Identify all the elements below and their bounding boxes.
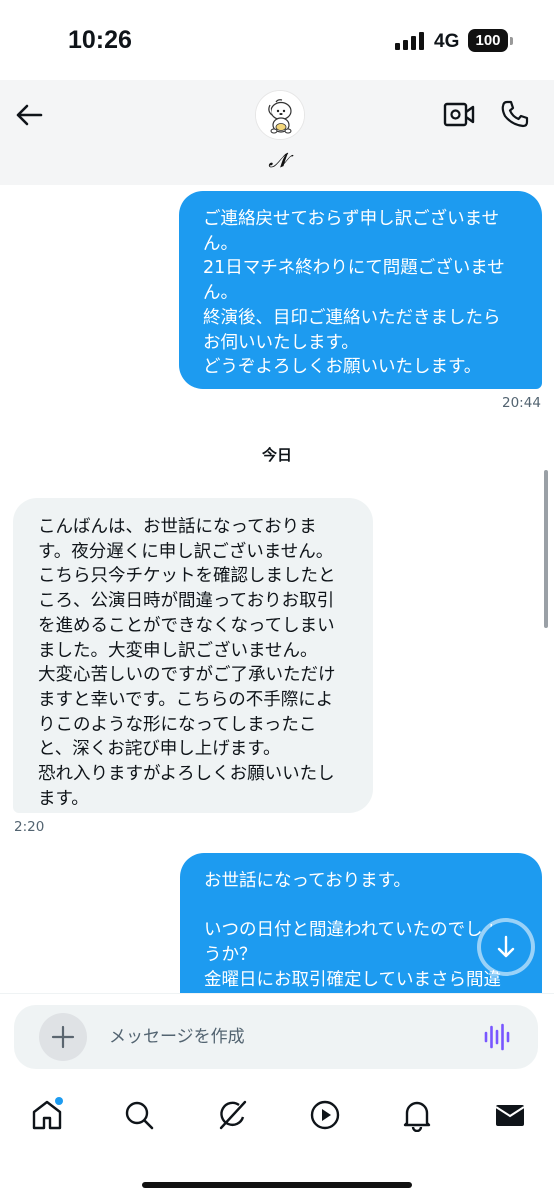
- home-indicator: [142, 1182, 412, 1188]
- search-icon: [125, 1101, 154, 1130]
- add-attachment-button[interactable]: [39, 1013, 87, 1061]
- avatar-dog-illustration: [256, 91, 304, 139]
- contact-name[interactable]: 𝓝: [240, 148, 316, 172]
- message-timestamp: 20:44: [502, 395, 541, 411]
- day-separator: 今日: [261, 446, 292, 464]
- tab-search[interactable]: [122, 1098, 156, 1132]
- scroll-to-bottom-button[interactable]: [481, 922, 531, 972]
- tab-grok[interactable]: [215, 1098, 249, 1132]
- network-type: 4G: [434, 31, 460, 52]
- phone-icon: [501, 100, 529, 128]
- arrow-left-icon: [16, 104, 43, 126]
- video-call-icon: [443, 102, 475, 127]
- status-time: 10:26: [68, 26, 132, 54]
- plus-icon: [51, 1025, 75, 1049]
- message-timestamp: 2:20: [14, 819, 45, 835]
- voice-message-button[interactable]: [483, 1022, 511, 1052]
- video-play-icon: [310, 1100, 340, 1130]
- grok-icon: [219, 1100, 247, 1130]
- bell-icon: [403, 1101, 431, 1132]
- mail-icon: [495, 1105, 525, 1126]
- scrollbar[interactable]: [544, 470, 548, 628]
- phone-call-button[interactable]: [500, 99, 530, 129]
- arrow-down-icon: [497, 935, 515, 958]
- message-input[interactable]: [109, 1022, 449, 1052]
- status-bar: 10:26 4G 100: [0, 0, 554, 80]
- message-bubble-outgoing[interactable]: ご連絡戻せておらず申し訳ございませ ん。 21日マチネ終わりにて問題ございませ …: [179, 191, 542, 389]
- battery-icon: [510, 37, 513, 45]
- video-call-button[interactable]: [443, 101, 475, 129]
- home-notification-dot: [55, 1097, 63, 1105]
- tab-messages[interactable]: [493, 1098, 527, 1132]
- signal-icon: [395, 32, 429, 54]
- contact-avatar[interactable]: [255, 90, 305, 140]
- tab-videos[interactable]: [308, 1098, 342, 1132]
- tab-notifications[interactable]: [400, 1098, 434, 1132]
- message-bubble-incoming[interactable]: こんばんは、お世話になっておりま す。夜分遅くに申し訳ございません。 こちら只今…: [13, 498, 373, 813]
- battery-level: 100: [468, 29, 508, 52]
- voice-waveform-icon: [484, 1023, 510, 1051]
- back-button[interactable]: [14, 100, 44, 130]
